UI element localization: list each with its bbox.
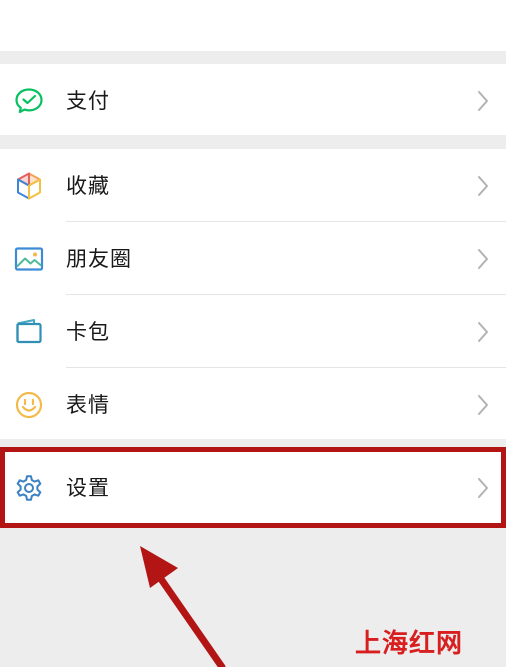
smiley-icon bbox=[13, 389, 45, 421]
wechat-pay-icon bbox=[13, 85, 45, 117]
menu-item-moments[interactable]: 朋友圈 bbox=[0, 222, 506, 294]
menu-item-favorites-label: 收藏 bbox=[66, 174, 110, 198]
chevron-right-icon bbox=[476, 393, 490, 417]
chevron-right-icon bbox=[476, 476, 490, 500]
menu-item-settings[interactable]: 设置 bbox=[0, 451, 506, 523]
profile-card-bottom[interactable] bbox=[0, 0, 506, 51]
favorites-cube-icon bbox=[13, 170, 45, 202]
moments-image-icon bbox=[13, 243, 45, 275]
menu-item-stickers[interactable]: 表情 bbox=[0, 368, 506, 440]
watermark-text: 上海红网 bbox=[355, 629, 464, 659]
menu-item-cards-label: 卡包 bbox=[66, 320, 110, 344]
menu-item-settings-label: 设置 bbox=[66, 476, 110, 500]
gear-icon bbox=[13, 472, 45, 504]
menu-item-moments-label: 朋友圈 bbox=[66, 247, 132, 271]
chevron-right-icon bbox=[476, 89, 490, 113]
card-wallet-icon bbox=[13, 316, 45, 348]
features-group: 收藏 朋友圈 卡包 表情 bbox=[0, 149, 506, 439]
chevron-right-icon bbox=[476, 320, 490, 344]
chevron-right-icon bbox=[476, 247, 490, 271]
menu-item-pay-label: 支付 bbox=[66, 89, 110, 113]
settings-group: 设置 bbox=[0, 451, 506, 524]
chevron-right-icon bbox=[476, 174, 490, 198]
menu-item-cards[interactable]: 卡包 bbox=[0, 295, 506, 367]
menu-item-favorites[interactable]: 收藏 bbox=[0, 149, 506, 221]
pay-group: 支付 bbox=[0, 64, 506, 135]
menu-item-pay[interactable]: 支付 bbox=[0, 64, 506, 136]
menu-item-stickers-label: 表情 bbox=[66, 393, 110, 417]
